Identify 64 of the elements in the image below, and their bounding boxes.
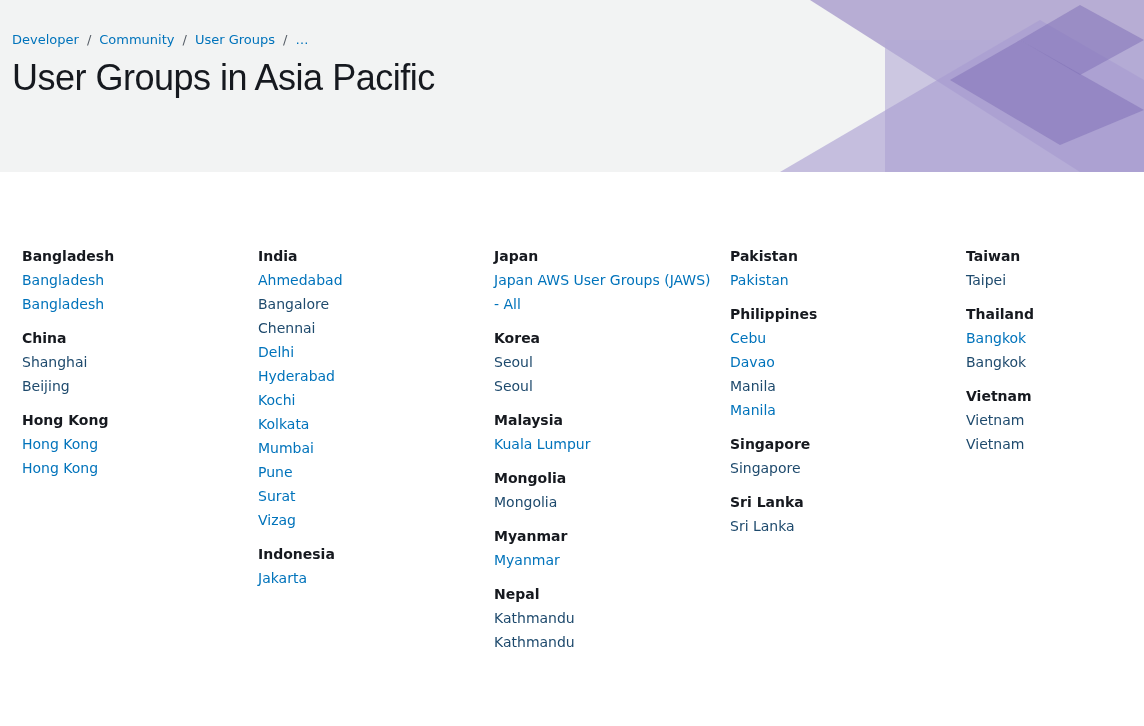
city-link[interactable]: Seoul [494, 350, 730, 374]
country-heading: Korea [494, 329, 542, 348]
city-link[interactable]: Kathmandu [494, 606, 730, 630]
city-link[interactable]: Seoul [494, 374, 730, 398]
country-heading: Taiwan [966, 247, 1022, 266]
city-link[interactable]: Singapore [730, 456, 966, 480]
city-link[interactable]: Manila [730, 398, 966, 422]
country-heading: Vietnam [966, 387, 1033, 406]
city-link[interactable]: Vietnam [966, 408, 1144, 432]
country-heading: Hong Kong [22, 411, 110, 430]
breadcrumb-link[interactable]: User Groups [194, 32, 276, 47]
city-link[interactable]: Cebu [730, 326, 966, 350]
city-link[interactable]: Pune [258, 460, 494, 484]
country-heading: Indonesia [258, 545, 336, 564]
country-heading: Nepal [494, 585, 541, 604]
country-heading: Philippines [730, 305, 819, 324]
breadcrumb-separator: / [182, 32, 187, 47]
city-link[interactable]: Bangkok [966, 350, 1144, 374]
city-link[interactable]: Japan AWS User Groups (JAWS) - All [494, 268, 730, 316]
city-link[interactable]: Pakistan [730, 268, 966, 292]
city-link[interactable]: Hong Kong [22, 456, 258, 480]
city-link[interactable]: Vizag [258, 508, 494, 532]
city-link[interactable]: Mongolia [494, 490, 730, 514]
city-link[interactable]: Bangkok [966, 326, 1144, 350]
country-heading: Mongolia [494, 469, 568, 488]
country-heading: Japan [494, 247, 540, 266]
breadcrumb-link[interactable]: Developer [12, 32, 79, 47]
country-heading: Sri Lanka [730, 493, 805, 512]
city-link[interactable]: Bangladesh [22, 268, 258, 292]
country-heading: Pakistan [730, 247, 799, 266]
breadcrumb-separator: / [283, 32, 288, 47]
city-link[interactable]: Delhi [258, 340, 494, 364]
city-link[interactable]: Hong Kong [22, 432, 258, 456]
city-link[interactable]: Kuala Lumpur [494, 432, 730, 456]
city-link[interactable]: Kathmandu [494, 630, 730, 654]
city-link[interactable]: Sri Lanka [730, 514, 966, 538]
city-link[interactable]: Kochi [258, 388, 494, 412]
page-title: User Groups in Asia Pacific [12, 57, 436, 99]
city-link[interactable]: Jakarta [258, 566, 494, 590]
city-link[interactable]: Vietnam [966, 432, 1144, 456]
breadcrumb-separator: / [86, 32, 92, 47]
country-heading: Thailand [966, 305, 1035, 324]
city-link[interactable]: Manila [730, 374, 966, 398]
country-heading: Singapore [730, 435, 812, 454]
city-link[interactable]: Kolkata [258, 412, 494, 436]
breadcrumb-link[interactable]: Community [99, 32, 175, 47]
country-heading: Myanmar [494, 527, 569, 546]
city-link[interactable]: Bangalore [258, 292, 494, 316]
city-link[interactable]: Mumbai [258, 436, 494, 460]
city-link[interactable]: Beijing [22, 374, 258, 398]
city-link[interactable]: Myanmar [494, 548, 730, 572]
country-heading: Bangladesh [22, 247, 116, 266]
city-link[interactable]: Bangladesh [22, 292, 258, 316]
city-link[interactable]: Ahmedabad [258, 268, 494, 292]
city-link[interactable]: Davao [730, 350, 966, 374]
breadcrumb-link[interactable]: … [295, 32, 309, 47]
city-link[interactable]: Hyderabad [258, 364, 494, 388]
city-link[interactable]: Taipei [966, 268, 1144, 292]
city-link[interactable]: Surat [258, 484, 494, 508]
country-heading: Malaysia [494, 411, 564, 430]
city-link[interactable]: Shanghai [22, 350, 258, 374]
country-heading: India [258, 247, 299, 266]
city-link[interactable]: Chennai [258, 316, 494, 340]
country-heading: China [22, 329, 68, 348]
